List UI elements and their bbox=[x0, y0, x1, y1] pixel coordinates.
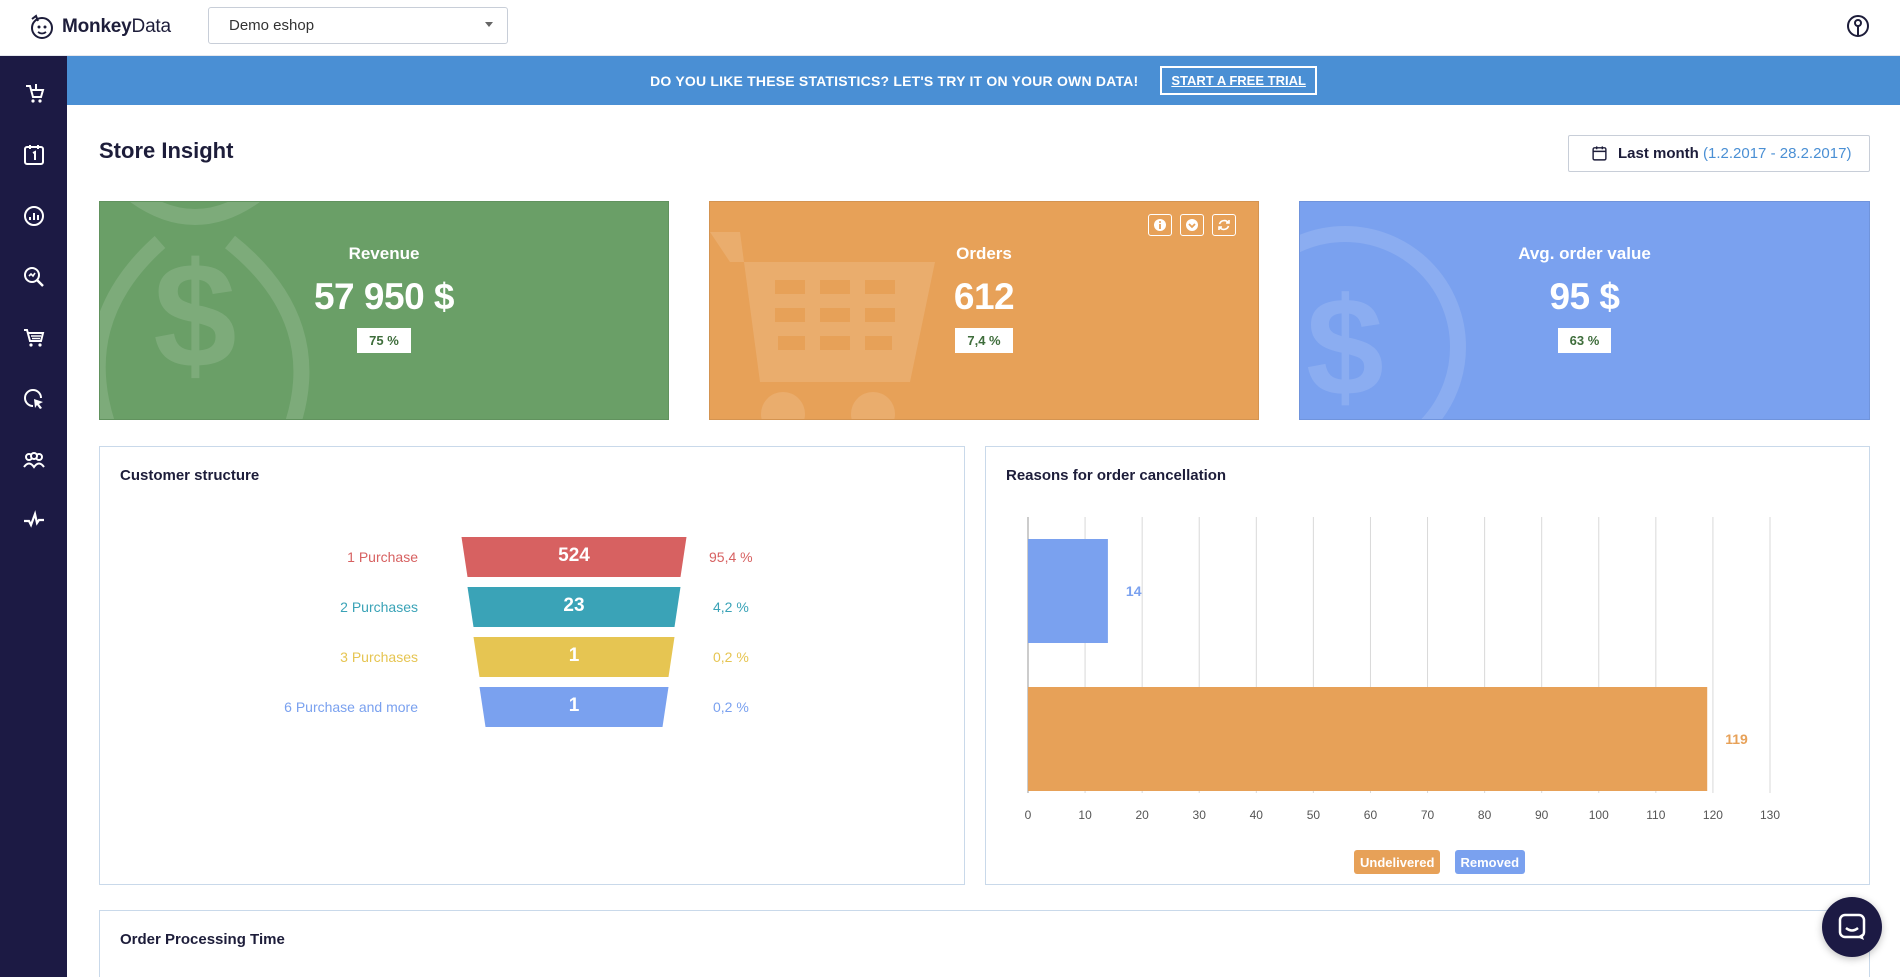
top-bar: MonkeyData Demo eshop bbox=[0, 0, 1900, 56]
funnel-segment-label: 3 Purchases bbox=[340, 649, 418, 665]
legend-item-removed[interactable]: Removed bbox=[1454, 850, 1526, 874]
sidebar-item-pulse[interactable] bbox=[0, 495, 67, 547]
date-range-button[interactable]: Last month (1.2.2017 - 28.2.2017) bbox=[1568, 135, 1870, 172]
order-processing-title: Order Processing Time bbox=[120, 931, 285, 948]
funnel-segment-value: 1 bbox=[568, 695, 580, 716]
sidebar-item-analysis[interactable] bbox=[0, 251, 67, 303]
kpi-revenue-value: 57 950 $ bbox=[313, 276, 455, 317]
x-tick-label: 40 bbox=[1250, 808, 1264, 822]
x-tick-label: 20 bbox=[1135, 808, 1149, 822]
kpi-orders-value: 612 bbox=[953, 276, 1015, 317]
x-tick-label: 100 bbox=[1589, 808, 1609, 822]
shop-select-value: Demo eshop bbox=[229, 17, 315, 34]
x-tick-label: 10 bbox=[1078, 808, 1092, 822]
kpi-orders-change: 7,4 % bbox=[955, 328, 1013, 353]
monkey-logo-icon bbox=[31, 14, 53, 39]
kpi-revenue-label: Revenue bbox=[348, 244, 420, 263]
funnel-segment-percent: 95,4 % bbox=[709, 549, 753, 565]
x-tick-label: 120 bbox=[1703, 808, 1723, 822]
kpi-avg-order-value: 95 $ bbox=[1549, 276, 1620, 317]
funnel-segment-label: 6 Purchase and more bbox=[284, 699, 418, 715]
x-tick-label: 0 bbox=[1025, 808, 1032, 822]
x-tick-label: 130 bbox=[1760, 808, 1780, 822]
legend-item-undelivered[interactable]: Undelivered bbox=[1354, 850, 1441, 874]
brand-name: MonkeyData bbox=[62, 16, 171, 37]
bar-undelivered[interactable] bbox=[1028, 687, 1708, 791]
start-free-trial-button[interactable]: START A FREE TRIAL bbox=[1160, 66, 1317, 95]
sidebar-item-store[interactable] bbox=[0, 68, 67, 120]
x-tick-label: 30 bbox=[1193, 808, 1207, 822]
bar-value-label: 119 bbox=[1725, 731, 1748, 747]
chart-icon bbox=[23, 206, 44, 226]
user-profile-icon[interactable] bbox=[1846, 14, 1870, 38]
sidebar-item-cart[interactable] bbox=[0, 312, 67, 364]
calendar-icon bbox=[23, 145, 44, 165]
x-tick-label: 90 bbox=[1535, 808, 1549, 822]
click-cursor-icon bbox=[23, 389, 43, 409]
cancellation-reasons-panel: Reasons for order cancellation 0 10 20 30 40… bbox=[985, 446, 1870, 885]
sidebar-item-calendar[interactable] bbox=[0, 129, 67, 181]
funnel-segment-percent: 4,2 % bbox=[713, 599, 749, 615]
order-processing-panel: Order Processing Time bbox=[99, 910, 1870, 977]
kpi-avg-order-label: Avg. order value bbox=[1518, 244, 1651, 263]
funnel-segment-value: 23 bbox=[563, 595, 585, 616]
chat-support-button[interactable] bbox=[1822, 897, 1882, 957]
x-tick-label: 80 bbox=[1478, 808, 1492, 822]
bar-removed[interactable] bbox=[1028, 539, 1108, 643]
page-title: Store Insight bbox=[99, 138, 234, 163]
funnel-segment-label: 1 Purchase bbox=[347, 549, 418, 565]
cart-icon bbox=[23, 329, 44, 347]
kpi-card-avg-order-value: $ Avg. order value 95 $ 63 % bbox=[1299, 201, 1870, 420]
funnel-segment-percent: 0,2 % bbox=[713, 649, 749, 665]
sidebar-item-charts[interactable] bbox=[0, 190, 67, 242]
bar-value-label: 14 bbox=[1126, 583, 1142, 599]
date-range-value: (1.2.2017 - 28.2.2017) bbox=[1703, 145, 1852, 162]
analysis-search-icon bbox=[23, 267, 44, 287]
customer-structure-panel: Customer structure 524 1 Purchase 95,4 % 23… bbox=[99, 446, 965, 885]
logo[interactable]: MonkeyData bbox=[28, 12, 171, 42]
customers-icon bbox=[22, 452, 45, 469]
shop-select[interactable]: Demo eshop bbox=[208, 7, 508, 44]
funnel-segment-label: 2 Purchases bbox=[340, 599, 418, 615]
chevron-down-icon bbox=[485, 22, 493, 27]
date-range-label: Last month bbox=[1618, 145, 1699, 162]
x-tick-label: 110 bbox=[1646, 808, 1665, 822]
sidebar-item-customers[interactable] bbox=[0, 434, 67, 486]
banner-text: DO YOU LIKE THESE STATISTICS? LET'S TRY … bbox=[650, 72, 1139, 89]
x-tick-label: 60 bbox=[1364, 808, 1378, 822]
kpi-card-revenue: $ Revenue 57 950 $ 75 % bbox=[99, 201, 669, 420]
kpi-orders-label: Orders bbox=[956, 244, 1012, 263]
kpi-avg-order-change: 63 % bbox=[1557, 328, 1612, 353]
x-tick-label: 70 bbox=[1421, 808, 1435, 822]
kpi-revenue-change: 75 % bbox=[357, 328, 411, 353]
funnel-segment-percent: 0,2 % bbox=[713, 699, 749, 715]
funnel-segment-value: 524 bbox=[558, 545, 590, 566]
calendar-icon bbox=[1592, 146, 1607, 161]
pulse-icon bbox=[23, 510, 44, 528]
trial-banner: DO YOU LIKE THESE STATISTICS? LET'S TRY … bbox=[67, 56, 1900, 105]
sidebar bbox=[0, 56, 67, 977]
sidebar-item-clicks[interactable] bbox=[0, 373, 67, 425]
funnel-segment-value: 1 bbox=[568, 645, 580, 666]
x-tick-label: 50 bbox=[1307, 808, 1321, 822]
cancellation-bar-chart: 0 10 20 30 40 50 60 70 80 90 100 110 120 130 14 119 bbox=[1025, 517, 1780, 822]
kpi-card-orders: Orders 612 7,4 % bbox=[709, 201, 1259, 420]
chat-icon bbox=[1838, 913, 1866, 940]
store-icon bbox=[25, 84, 44, 103]
